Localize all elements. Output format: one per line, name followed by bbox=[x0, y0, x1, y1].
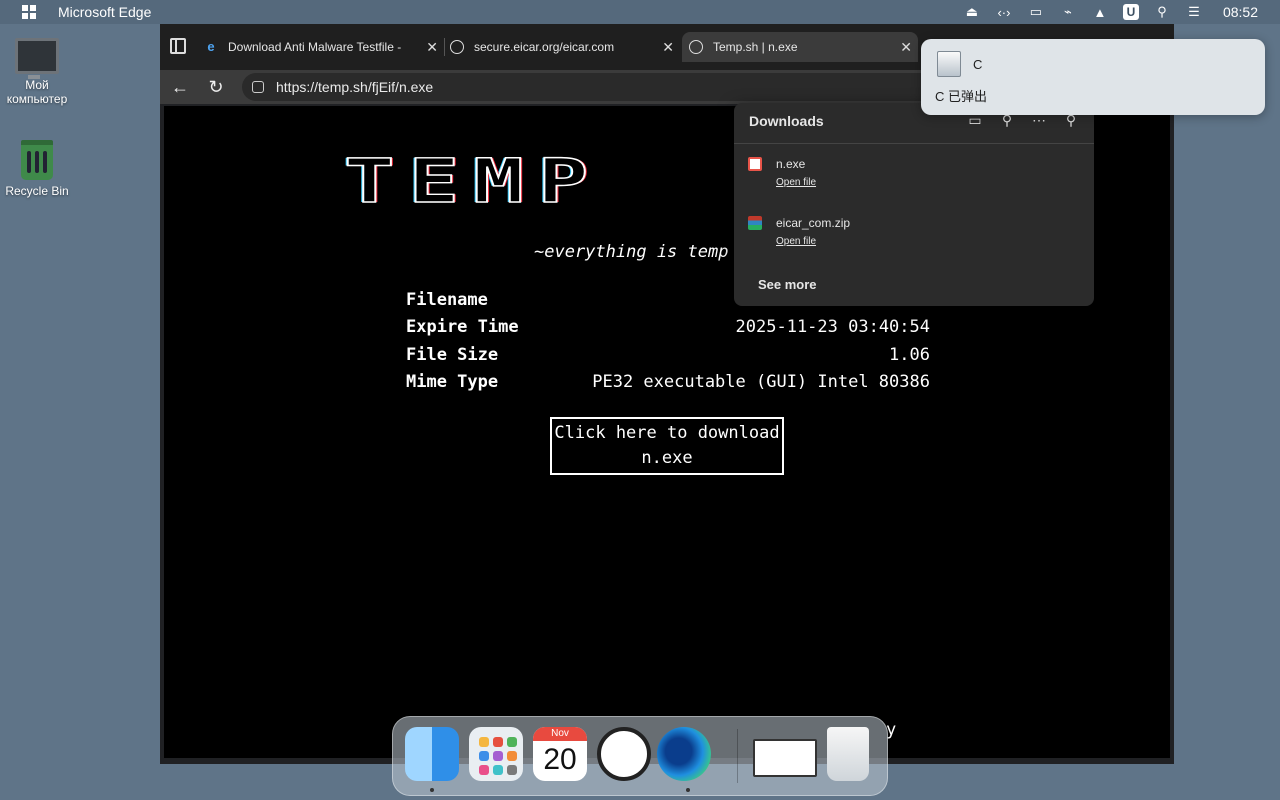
address-bar[interactable]: https://temp.sh/fjEif/n.exe bbox=[242, 73, 942, 101]
desktop-my-computer[interactable]: Мой компьютер bbox=[0, 38, 74, 106]
desktop-icon-label: Мой компьютер bbox=[6, 78, 68, 106]
tab-eicar-download[interactable]: e Download Anti Malware Testfile - ✕ bbox=[204, 32, 445, 62]
active-app-name[interactable]: Microsoft Edge bbox=[58, 4, 151, 20]
desktop-recycle-bin[interactable]: Recycle Bin bbox=[0, 140, 74, 198]
divider bbox=[734, 143, 1094, 144]
close-tab-icon[interactable]: ✕ bbox=[900, 39, 912, 56]
info-key: Expire Time bbox=[406, 317, 519, 338]
desktop-icon-label: Recycle Bin bbox=[5, 184, 69, 198]
recycle-bin-icon bbox=[21, 140, 53, 180]
dock-separator bbox=[737, 729, 738, 783]
info-row-expire: Expire Time 2025-11-23 03:40:54 bbox=[406, 314, 930, 342]
download-button-filename: n.exe bbox=[641, 448, 693, 468]
clock-icon[interactable] bbox=[597, 727, 651, 781]
download-file-button[interactable]: Click here to download n.exe bbox=[550, 417, 784, 475]
archive-file-icon bbox=[748, 216, 762, 230]
refresh-icon[interactable]: ↻ bbox=[206, 77, 226, 97]
computer-icon bbox=[15, 38, 59, 79]
menu-bar: Microsoft Edge ⏏ ‹·› ▭ ⌁ ▲ U ⚲ ☰ 08:52 bbox=[0, 0, 1280, 24]
info-row-size: File Size 1.06 bbox=[406, 341, 930, 369]
info-row-mime: Mime Type PE32 executable (GUI) Intel 80… bbox=[406, 369, 930, 397]
control-center-icon[interactable]: ☰ bbox=[1185, 4, 1203, 20]
downloads-title: Downloads bbox=[749, 113, 824, 129]
exe-file-icon bbox=[748, 157, 762, 171]
running-indicator bbox=[686, 788, 690, 792]
download-button-label: Click here to download bbox=[554, 423, 780, 443]
upload-icon[interactable]: ▲ bbox=[1091, 4, 1109, 20]
trash-icon[interactable] bbox=[827, 727, 869, 781]
wifi-off-icon[interactable]: ⌁ bbox=[1059, 4, 1077, 20]
tagline: ~everything is temp bbox=[534, 242, 729, 262]
download-filename[interactable]: eicar_com.zip bbox=[776, 216, 850, 230]
info-key: Mime Type bbox=[406, 372, 499, 393]
calendar-day: 20 bbox=[543, 743, 577, 776]
finder-icon[interactable] bbox=[405, 727, 459, 781]
open-file-link[interactable]: Open file bbox=[776, 236, 816, 247]
menubar-clock[interactable]: 08:52 bbox=[1223, 4, 1258, 20]
launchpad-icon[interactable] bbox=[469, 727, 523, 781]
notification-message: C 已弹出 bbox=[935, 89, 988, 104]
tab-separator bbox=[444, 38, 445, 56]
info-key: Filename bbox=[406, 289, 488, 310]
url-text[interactable]: https://temp.sh/fjEif/n.exe bbox=[276, 79, 433, 95]
calendar-month: Nov bbox=[533, 727, 587, 741]
info-value: PE32 executable (GUI) Intel 80386 bbox=[592, 372, 930, 393]
code-icon[interactable]: ‹·› bbox=[995, 4, 1013, 20]
dock: Nov 20 bbox=[392, 716, 888, 796]
display-icon[interactable]: ▭ bbox=[1027, 4, 1045, 20]
download-filename[interactable]: n.exe bbox=[776, 157, 805, 171]
close-tab-icon[interactable]: ✕ bbox=[426, 39, 438, 56]
edge-icon: e bbox=[207, 39, 215, 54]
tab-title: secure.eicar.org/eicar.com bbox=[474, 40, 615, 54]
back-icon[interactable]: ← bbox=[170, 77, 190, 97]
eject-icon[interactable]: ⏏ bbox=[963, 4, 981, 20]
minimized-window-thumbnail[interactable] bbox=[753, 739, 817, 777]
globe-icon bbox=[689, 40, 703, 54]
see-more-link[interactable]: See more bbox=[758, 277, 817, 292]
tab-temp-sh[interactable]: Temp.sh | n.exe ✕ bbox=[682, 32, 918, 62]
info-value: 2025-11-23 03:40:54 bbox=[735, 317, 930, 338]
drive-icon bbox=[937, 51, 961, 77]
info-value: 1.06 bbox=[889, 344, 930, 365]
calendar-icon[interactable]: Nov 20 bbox=[533, 727, 587, 781]
globe-icon bbox=[450, 40, 464, 54]
tab-title: Download Anti Malware Testfile - bbox=[228, 40, 402, 54]
info-key: File Size bbox=[406, 344, 499, 365]
open-file-link[interactable]: Open file bbox=[776, 177, 816, 188]
u-icon[interactable]: U bbox=[1122, 4, 1139, 20]
running-indicator bbox=[430, 788, 434, 792]
search-icon[interactable]: ⚲ bbox=[1153, 4, 1171, 20]
notification-drive-label: C bbox=[973, 57, 983, 72]
edge-icon[interactable] bbox=[657, 727, 711, 781]
tab-eicar-com[interactable]: secure.eicar.org/eicar.com ✕ bbox=[450, 32, 680, 62]
tab-title: Temp.sh | n.exe bbox=[713, 40, 798, 54]
temp-sh-logo: TEMP bbox=[343, 145, 603, 217]
site-info-icon[interactable] bbox=[252, 81, 264, 93]
eject-notification[interactable]: C C 已弹出 bbox=[921, 39, 1265, 115]
tab-actions-icon[interactable] bbox=[170, 38, 186, 54]
windows-start-icon[interactable] bbox=[22, 5, 36, 19]
downloads-panel: Downloads ▭ ⚲ ⋯ ⚲ n.exe Open file eicar_… bbox=[734, 103, 1094, 306]
close-tab-icon[interactable]: ✕ bbox=[662, 39, 674, 56]
